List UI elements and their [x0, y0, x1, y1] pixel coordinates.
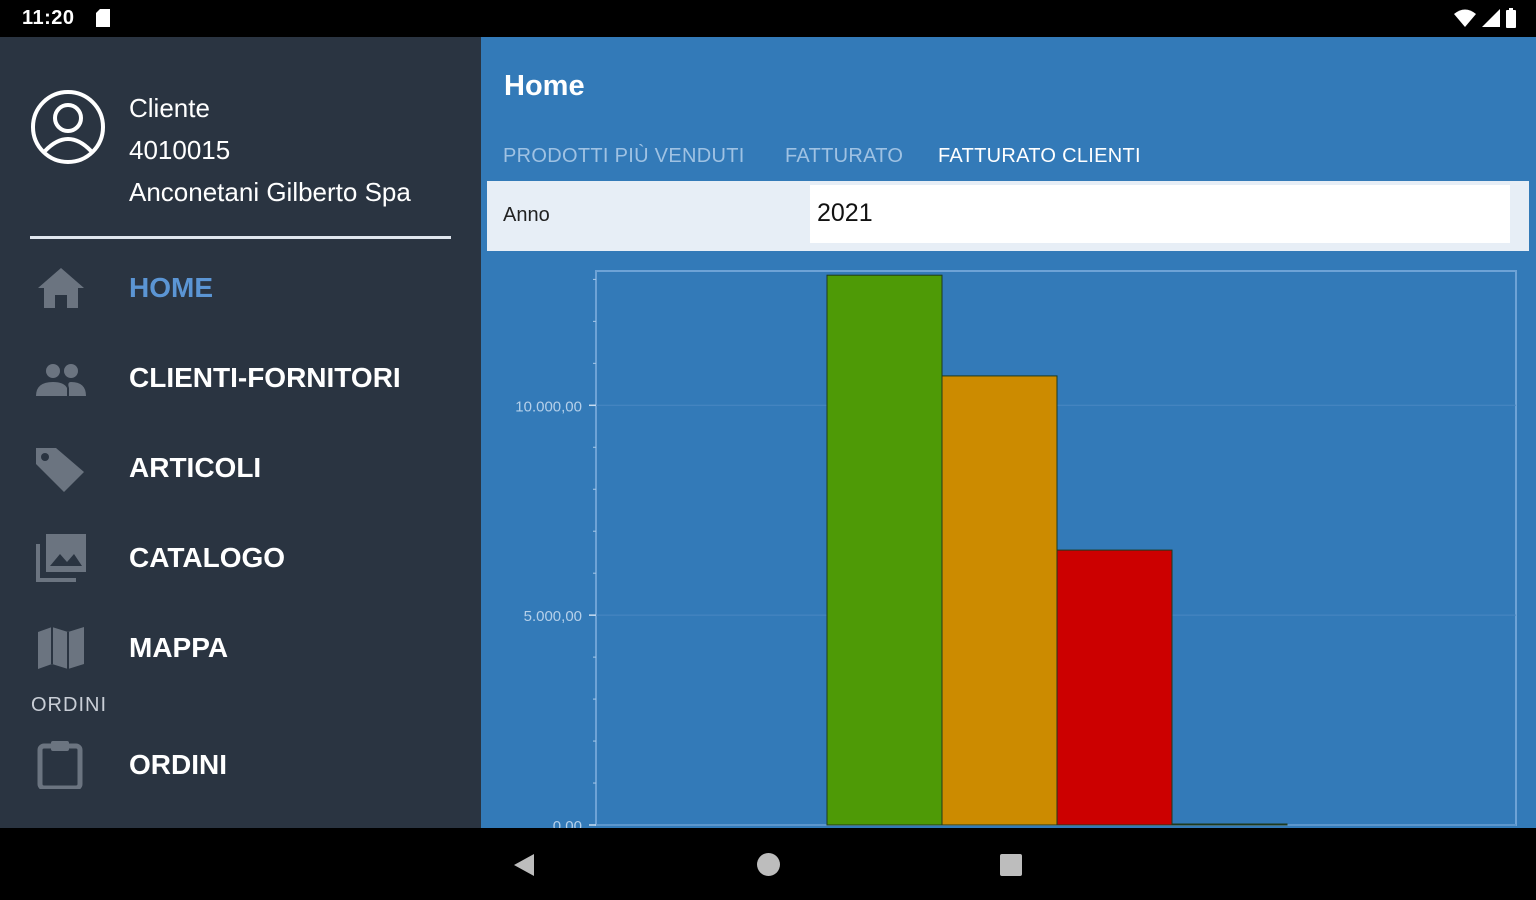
nav-item-ordini[interactable]: ORDINI — [0, 735, 481, 795]
user-type: Cliente — [129, 93, 210, 123]
system-navigation-bar — [0, 828, 1536, 900]
back-icon[interactable] — [512, 852, 536, 878]
y-tick-label: 5.000,00 — [524, 608, 582, 625]
nav-item-mappa[interactable]: MAPPA — [0, 618, 481, 678]
sd-card-icon — [96, 9, 110, 27]
year-value: 2021 — [817, 199, 873, 227]
y-tick-label: 0,00 — [553, 818, 582, 828]
nav-item-label: HOME — [129, 272, 213, 303]
navigation-drawer: Cliente 4010015 Anconetani Gilberto Spa … — [0, 37, 481, 828]
tab-prodotti-piu-venduti[interactable]: PRODOTTI PIÙ VENDUTI — [503, 145, 745, 168]
page-title: Home — [504, 70, 585, 102]
nav-item-label: MAPPA — [129, 632, 229, 663]
nav-item-clienti-fornitori[interactable]: CLIENTI-FORNITORI — [0, 348, 481, 408]
tab-fatturato-clienti[interactable]: FATTURATO CLIENTI — [938, 145, 1141, 168]
section-header-ordini: ORDINI — [31, 694, 107, 716]
tag-icon — [36, 448, 84, 492]
user-name: Anconetani Gilberto Spa — [129, 177, 411, 207]
status-bar: 11:20 — [0, 0, 1536, 37]
map-icon — [38, 627, 84, 669]
status-time: 11:20 — [22, 7, 75, 29]
bar — [941, 375, 1058, 826]
nav-item-label: ARTICOLI — [129, 452, 262, 483]
home-icon — [38, 268, 84, 308]
bar — [1056, 549, 1173, 826]
people-icon — [36, 364, 86, 396]
tab-fatturato[interactable]: FATTURATO — [785, 145, 903, 168]
recents-icon[interactable] — [999, 853, 1023, 877]
bar — [1171, 823, 1288, 826]
year-filter: Anno 2021 — [487, 181, 1529, 251]
drawer-divider — [30, 236, 451, 239]
year-input[interactable]: 2021 — [810, 185, 1510, 243]
signal-icon — [1482, 9, 1500, 27]
y-tick-label: 10.000,00 — [515, 398, 582, 415]
status-icons — [1454, 8, 1516, 28]
year-filter-label: Anno — [503, 204, 550, 226]
nav-item-articoli[interactable]: ARTICOLI — [0, 438, 481, 498]
wifi-icon — [1454, 9, 1476, 27]
nav-item-label: CLIENTI-FORNITORI — [129, 362, 401, 393]
image-library-icon — [36, 534, 86, 582]
nav-item-home[interactable]: HOME — [0, 258, 481, 318]
main-content: Home PRODOTTI PIÙ VENDUTI FATTURATO FATT… — [481, 37, 1536, 828]
nav-item-catalogo[interactable]: CATALOGO — [0, 528, 481, 588]
clipboard-icon — [37, 741, 83, 789]
user-code: 4010015 — [129, 135, 231, 165]
bar — [826, 274, 943, 826]
bar-chart: 0,00 5.000,00 10.000,00 — [515, 270, 1517, 828]
account-icon — [31, 90, 105, 164]
battery-icon — [1506, 8, 1516, 28]
nav-item-label: ORDINI — [129, 749, 227, 780]
nav-item-label: CATALOGO — [129, 542, 286, 573]
home-button-icon[interactable] — [756, 852, 781, 877]
